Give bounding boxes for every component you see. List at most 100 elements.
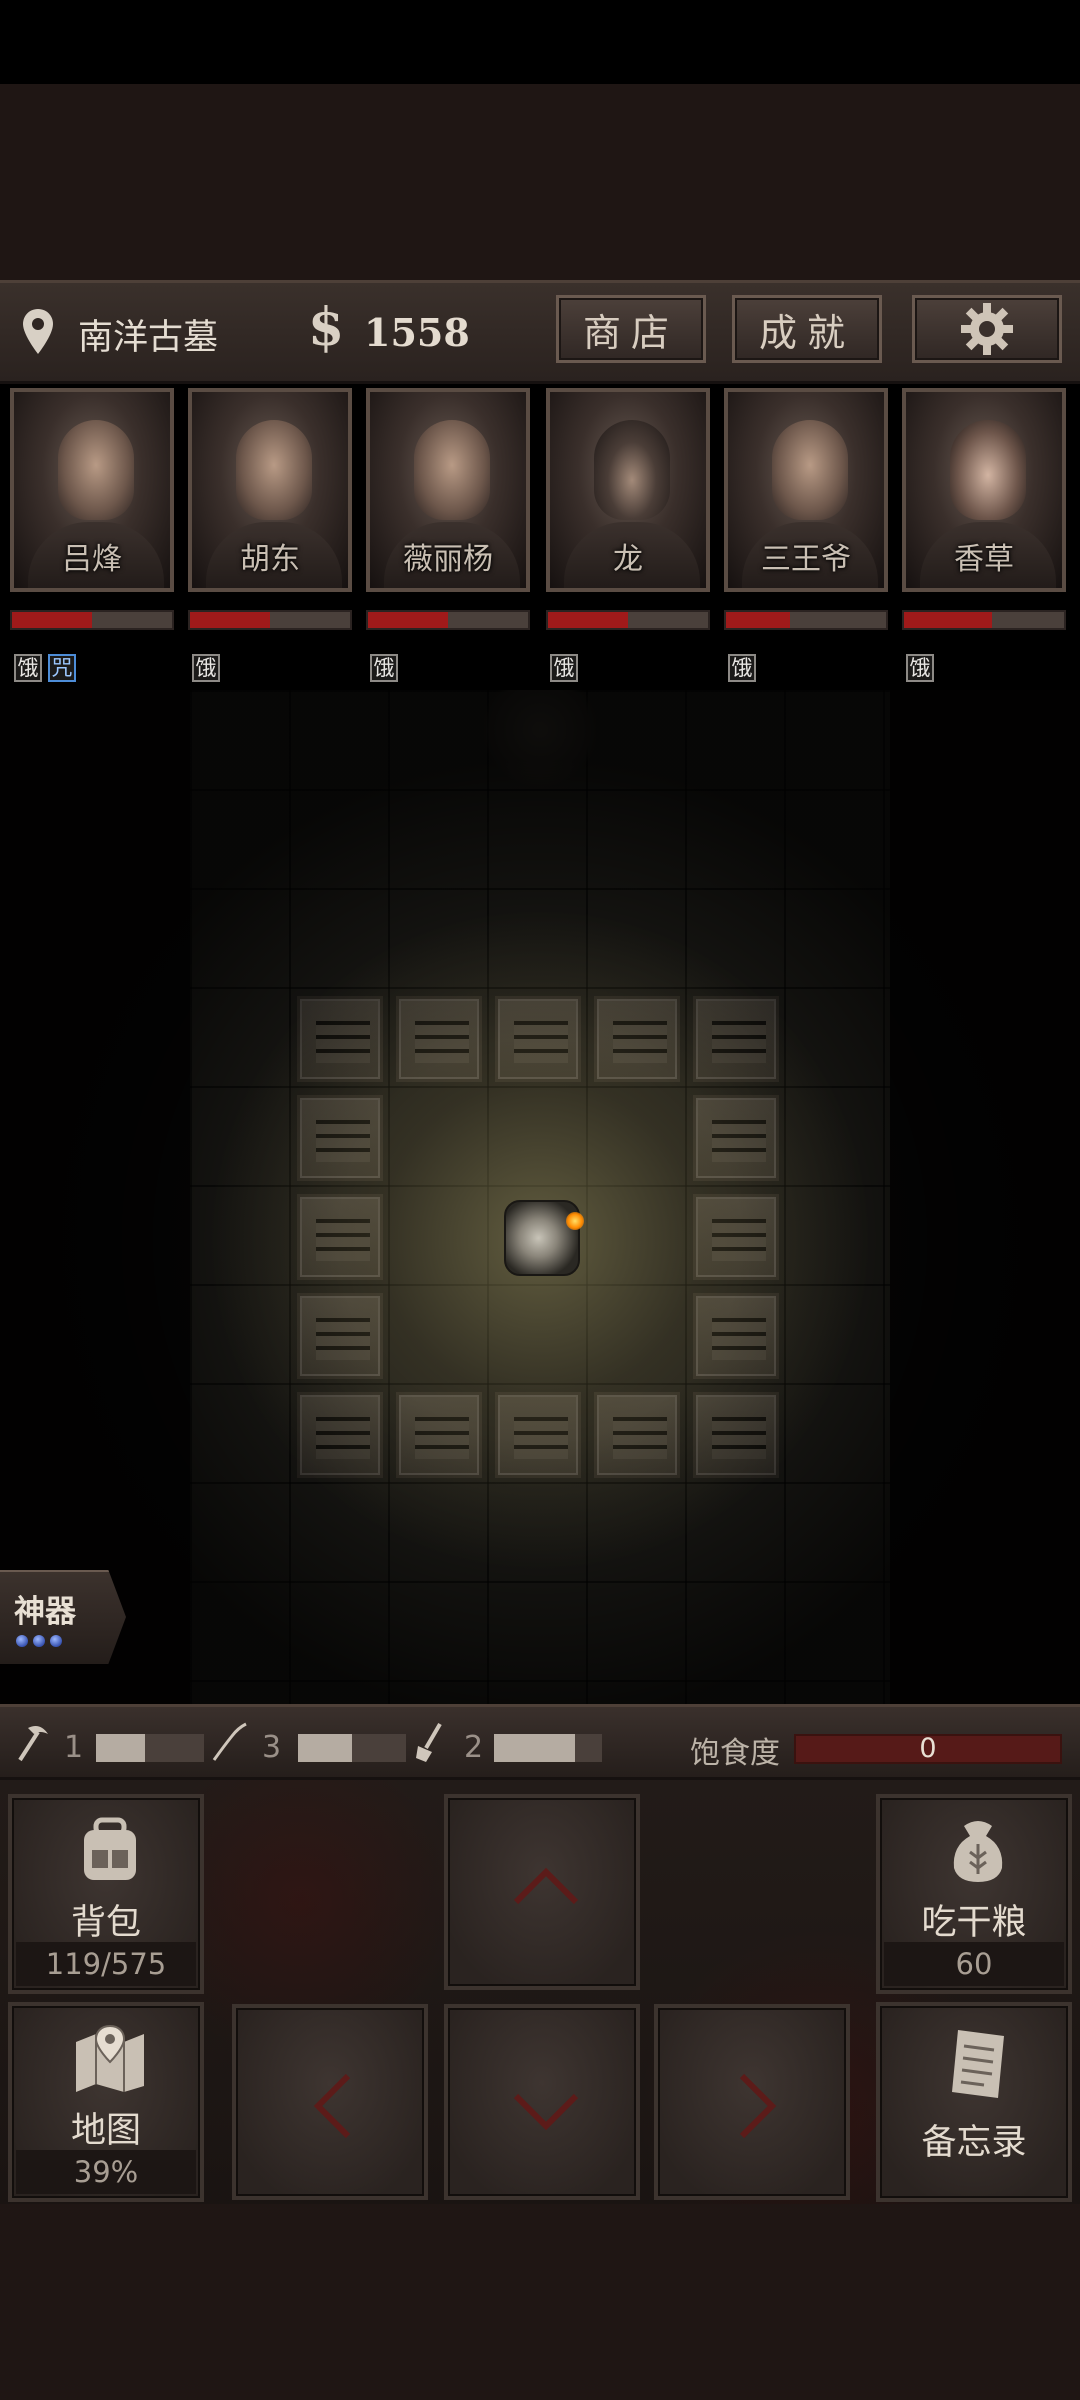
character-card-2[interactable]: 胡东 xyxy=(188,388,352,592)
status-effects: 饿 xyxy=(370,654,404,682)
portrait-face xyxy=(58,420,134,520)
status-effects: 饿 xyxy=(192,654,226,682)
gold-amount: 1558 xyxy=(364,310,470,355)
rope-durability xyxy=(298,1734,406,1762)
backpack-capacity: 119/575 xyxy=(16,1942,196,1986)
backpack-label: 背包 xyxy=(70,1903,141,1943)
map-icon xyxy=(76,2024,144,2092)
hungry-badge: 饿 xyxy=(550,654,578,682)
health-bar xyxy=(188,610,352,630)
gear-icon xyxy=(961,303,1013,355)
rope-durability-fill xyxy=(298,1734,352,1762)
character-card-3[interactable]: 薇丽杨 xyxy=(366,388,530,592)
health-bar-fill xyxy=(548,612,628,628)
torch-light xyxy=(0,690,1080,1704)
notebook-icon xyxy=(952,2030,1004,2098)
health-bar-fill xyxy=(190,612,270,628)
achievements-button[interactable]: 成就 xyxy=(732,295,882,363)
character-card-5[interactable]: 三王爷 xyxy=(724,388,888,592)
map-label: 地图 xyxy=(70,2111,141,2151)
hungry-badge: 饿 xyxy=(370,654,398,682)
charge-orb xyxy=(50,1635,62,1647)
status-effects: 饿 xyxy=(550,654,584,682)
portrait-face xyxy=(414,420,490,520)
move-up-button[interactable] xyxy=(444,1794,640,1990)
map-button[interactable]: 地图 39% xyxy=(8,2002,204,2202)
portrait-face xyxy=(236,420,312,520)
status-effects: 饿 xyxy=(728,654,762,682)
character-name: 香草 xyxy=(954,542,1014,577)
portrait-face xyxy=(772,420,848,520)
grain-sack-icon xyxy=(953,1821,1003,1882)
dollar-icon: $ xyxy=(308,297,345,358)
character-name: 胡东 xyxy=(240,542,300,577)
health-bar xyxy=(546,610,710,630)
map-explored-percent: 39% xyxy=(16,2150,196,2194)
health-bar xyxy=(724,610,888,630)
health-bar xyxy=(366,610,530,630)
eat-rations-button[interactable]: 吃干粮 60 xyxy=(876,1794,1072,1994)
health-bar-fill xyxy=(368,612,448,628)
player-token xyxy=(504,1200,580,1276)
settings-button[interactable] xyxy=(912,295,1062,363)
curse-badge: 咒 xyxy=(48,654,76,682)
satiety-label: 饱食度 xyxy=(690,1736,780,1771)
artifact-label: 神器 xyxy=(14,1594,76,1630)
portrait-face xyxy=(594,420,670,520)
eat-rations-label: 吃干粮 xyxy=(921,1903,1027,1943)
character-name: 龙 xyxy=(613,542,643,577)
rope-count: 3 xyxy=(262,1730,282,1765)
tomb-map[interactable] xyxy=(0,690,1080,1704)
shop-label: 商店 xyxy=(582,310,679,355)
memo-button[interactable]: 备忘录 xyxy=(876,2002,1072,2202)
character-name: 薇丽杨 xyxy=(403,542,493,577)
health-bar xyxy=(902,610,1066,630)
hungry-badge: 饿 xyxy=(906,654,934,682)
location-name: 南洋古墓 xyxy=(78,318,219,358)
move-right-button[interactable] xyxy=(654,2004,850,2200)
shovel-durability-fill xyxy=(494,1734,575,1762)
move-left-button[interactable] xyxy=(232,2004,428,2200)
top-bar: 南洋古墓 $ 1558 商店 成就 xyxy=(0,280,1080,384)
health-bar-fill xyxy=(726,612,790,628)
satiety-value: 0 xyxy=(919,1733,937,1764)
shovel-durability xyxy=(494,1734,602,1762)
memo-label: 备忘录 xyxy=(921,2123,1027,2163)
character-card-1[interactable]: 吕烽 xyxy=(10,388,174,592)
rope-icon xyxy=(212,1722,247,1761)
shovel-count: 2 xyxy=(464,1730,484,1765)
move-down-button[interactable] xyxy=(444,2004,640,2200)
health-bar-fill xyxy=(12,612,92,628)
backpack-button[interactable]: 背包 119/575 xyxy=(8,1794,204,1994)
pickaxe-icon xyxy=(18,1726,48,1762)
pickaxe-durability xyxy=(96,1734,204,1762)
character-name: 三王爷 xyxy=(761,542,851,577)
achievements-label: 成就 xyxy=(758,310,855,355)
shop-button[interactable]: 商店 xyxy=(556,295,706,363)
chevron-right-icon xyxy=(739,2073,777,2139)
pickaxe-count: 1 xyxy=(64,1730,84,1765)
torch-icon xyxy=(566,1212,584,1230)
status-bar-area xyxy=(0,0,1080,84)
hungry-badge: 饿 xyxy=(14,654,42,682)
character-card-4[interactable]: 龙 xyxy=(546,388,710,592)
hungry-badge: 饿 xyxy=(192,654,220,682)
charge-orb xyxy=(16,1635,28,1647)
pickaxe-durability-fill xyxy=(96,1734,145,1762)
backpack-icon xyxy=(84,1817,136,1880)
health-bar xyxy=(10,610,174,630)
shovel-icon xyxy=(416,1722,442,1762)
status-effects: 饿 xyxy=(906,654,940,682)
chevron-up-icon xyxy=(513,1867,579,1905)
status-effects: 饿咒 xyxy=(14,654,82,682)
location-pin-icon xyxy=(23,309,53,354)
charge-orb xyxy=(33,1635,45,1647)
character-card-6[interactable]: 香草 xyxy=(902,388,1066,592)
chevron-down-icon xyxy=(513,2093,579,2131)
character-name: 吕烽 xyxy=(62,542,122,577)
health-bar-fill xyxy=(904,612,992,628)
chevron-left-icon xyxy=(313,2073,351,2139)
artifact-charges xyxy=(16,1632,67,1651)
rations-count: 60 xyxy=(884,1942,1064,1986)
bottom-backdrop xyxy=(0,2204,1080,2400)
